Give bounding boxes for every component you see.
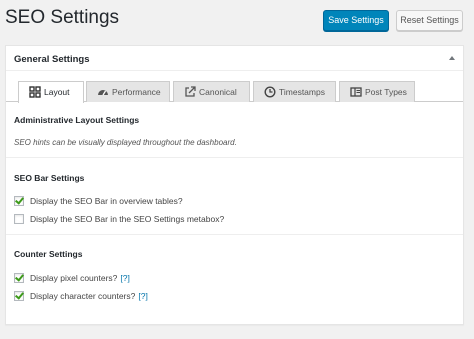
tab-label: Post Types: [365, 87, 407, 97]
section-title: SEO Bar Settings: [14, 173, 85, 183]
divider: [6, 234, 463, 235]
panel-header[interactable]: General Settings: [6, 46, 463, 71]
tab-post-types[interactable]: Post Types: [339, 81, 415, 102]
seo-bar-metabox-checkbox[interactable]: [14, 214, 24, 224]
seo-bar-metabox-option[interactable]: Display the SEO Bar in the SEO Settings …: [14, 213, 224, 225]
seo-bar-overview-checkbox[interactable]: [14, 196, 24, 206]
settings-tabs: Layout Performance Canonical Timestamps …: [6, 81, 463, 103]
tab-label: Layout: [44, 87, 70, 97]
dashboard-icon: [97, 86, 109, 98]
character-counter-option[interactable]: Display character counters? [?]: [14, 290, 148, 302]
character-counter-checkbox[interactable]: [14, 291, 24, 301]
tab-timestamps[interactable]: Timestamps: [253, 81, 336, 102]
grid-icon: [29, 86, 41, 98]
layout-icon: [350, 86, 362, 98]
tab-label: Performance: [112, 87, 161, 97]
option-label: Display the SEO Bar in the SEO Settings …: [30, 214, 225, 224]
pixel-counter-help-link[interactable]: [?]: [120, 273, 129, 283]
tab-label: Timestamps: [279, 87, 325, 97]
section-title: Administrative Layout Settings: [14, 115, 140, 125]
seo-bar-section: SEO Bar Settings: [14, 173, 455, 183]
clock-icon: [264, 86, 276, 98]
counter-section: Counter Settings: [14, 249, 455, 259]
tab-performance[interactable]: Performance: [86, 81, 170, 102]
panel-title: General Settings: [14, 54, 90, 65]
option-label: Display pixel counters?: [30, 273, 118, 283]
pixel-counter-option[interactable]: Display pixel counters? [?]: [14, 272, 130, 284]
section-description: SEO hints can be visually displayed thro…: [14, 138, 237, 147]
admin-layout-section: Administrative Layout Settings SEO hints…: [14, 115, 455, 147]
option-label: Display character counters?: [30, 291, 136, 301]
section-title: Counter Settings: [14, 249, 83, 259]
tab-layout[interactable]: Layout: [18, 81, 84, 103]
option-label: Display the SEO Bar in overview tables?: [30, 196, 183, 206]
page-title: SEO Settings: [5, 7, 120, 28]
tab-label: Canonical: [199, 87, 237, 97]
general-settings-panel: General Settings Layout Performance Cano…: [5, 45, 464, 325]
character-counter-help-link[interactable]: [?]: [138, 291, 147, 301]
divider: [6, 157, 463, 158]
triangle-up-icon[interactable]: [449, 56, 455, 60]
reset-settings-button[interactable]: Reset Settings: [396, 10, 463, 31]
seo-bar-overview-option[interactable]: Display the SEO Bar in overview tables?: [14, 195, 183, 207]
pixel-counter-checkbox[interactable]: [14, 273, 24, 283]
save-settings-button[interactable]: Save Settings: [323, 10, 389, 31]
tab-canonical[interactable]: Canonical: [173, 81, 250, 102]
external-link-icon: [184, 86, 196, 98]
